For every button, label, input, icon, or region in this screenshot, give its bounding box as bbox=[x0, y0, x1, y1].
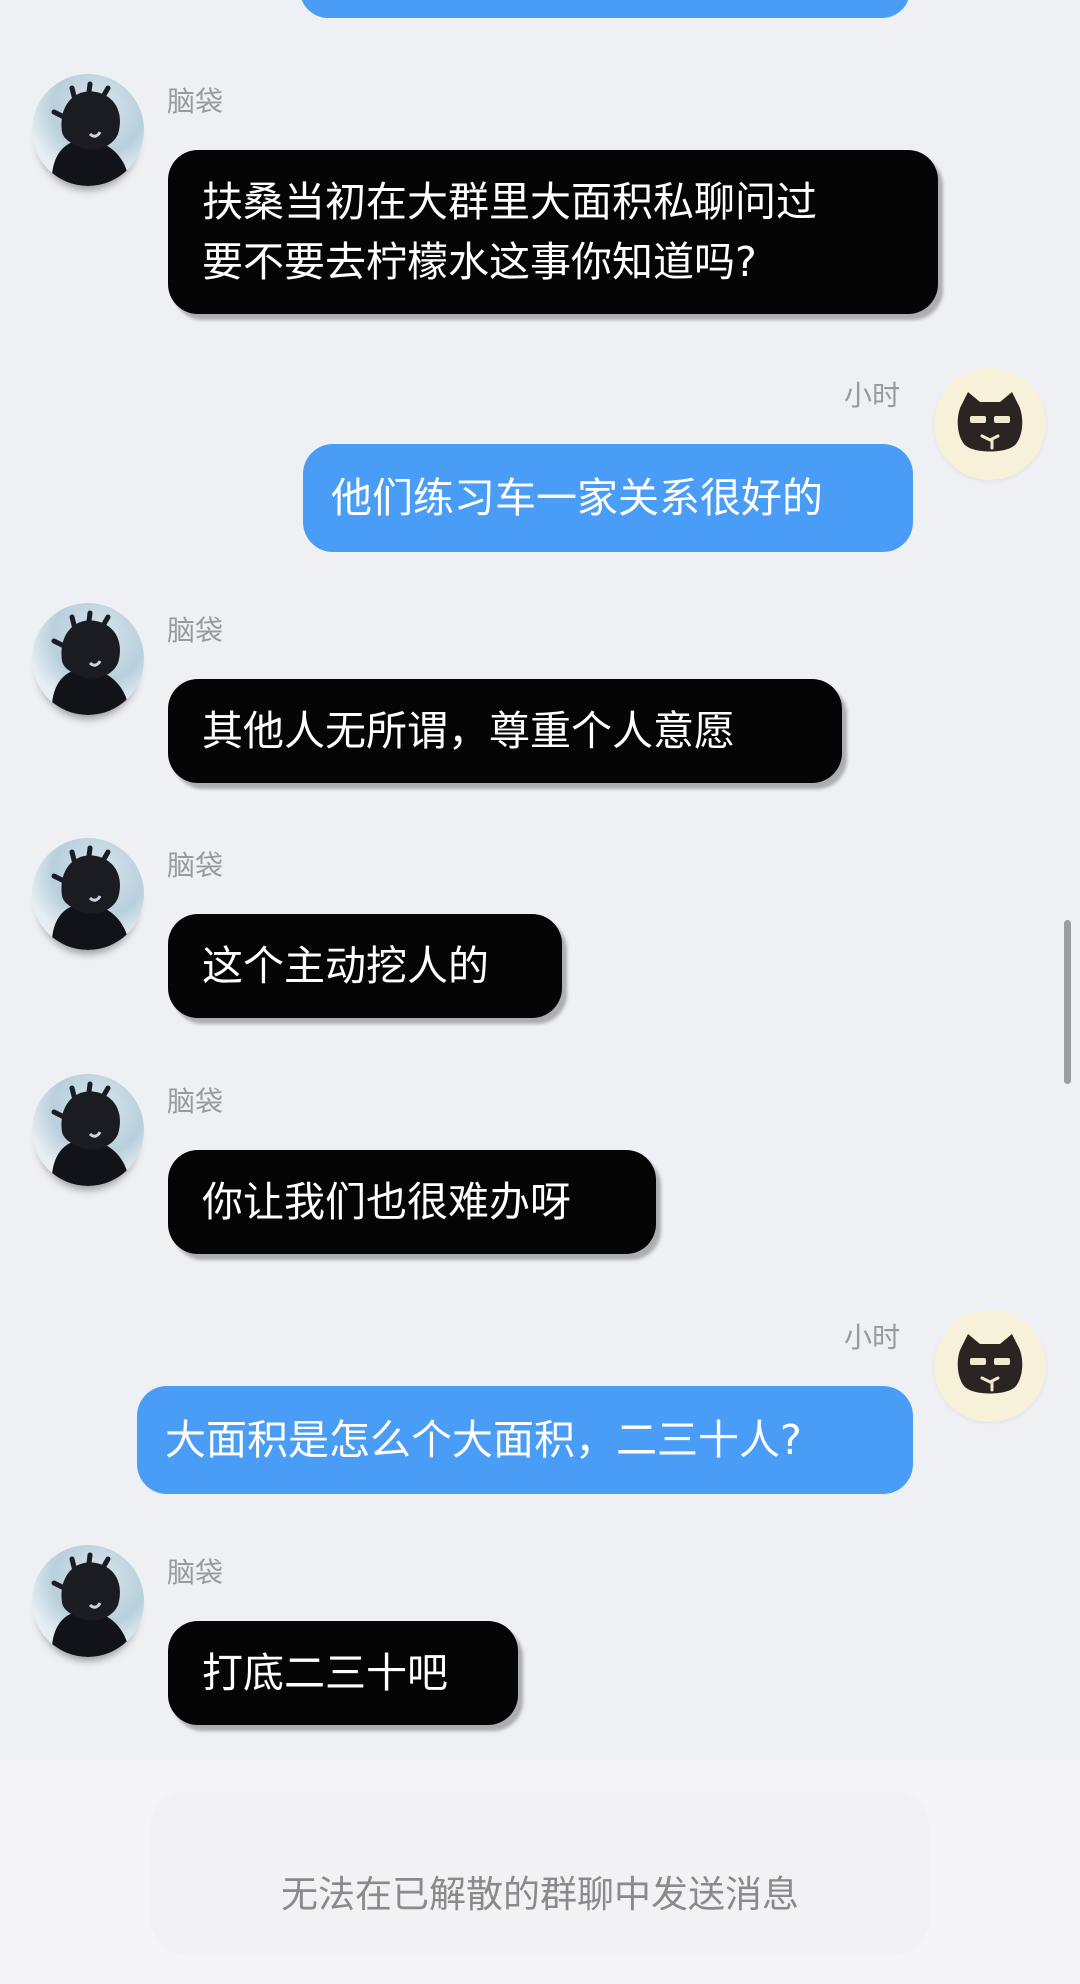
message-bubble[interactable]: 其他人无所谓，尊重个人意愿 bbox=[168, 679, 842, 783]
avatar[interactable] bbox=[32, 603, 144, 715]
avatar[interactable] bbox=[32, 74, 144, 186]
person-avatar-icon bbox=[51, 81, 130, 186]
avatar[interactable] bbox=[934, 1310, 1046, 1422]
sender-name: 脑袋 bbox=[167, 614, 224, 647]
avatar[interactable] bbox=[32, 1545, 144, 1657]
cat-avatar-icon bbox=[957, 1334, 1023, 1394]
sender-name: 小时 bbox=[843, 379, 900, 412]
person-avatar-icon bbox=[51, 1081, 130, 1186]
scrollbar[interactable] bbox=[1064, 920, 1071, 1084]
message-bubble[interactable]: 这个主动挖人的 bbox=[168, 914, 562, 1018]
partial-message-bubble bbox=[300, 0, 910, 18]
sender-name: 脑袋 bbox=[167, 85, 224, 118]
message-bubble[interactable]: 他们练习车一家关系很好的 bbox=[303, 444, 913, 552]
sender-name: 脑袋 bbox=[167, 1085, 224, 1118]
avatar[interactable] bbox=[934, 368, 1046, 480]
message-bubble[interactable]: 扶桑当初在大群里大面积私聊问过 要不要去柠檬水这事你知道吗? bbox=[168, 150, 938, 314]
sender-name: 小时 bbox=[843, 1321, 900, 1354]
message-bubble[interactable]: 大面积是怎么个大面积，二三十人? bbox=[137, 1386, 913, 1494]
person-avatar-icon bbox=[51, 845, 130, 950]
cat-avatar-icon bbox=[957, 392, 1023, 452]
dissolved-group-notice: 无法在已解散的群聊中发送消息 bbox=[281, 1873, 799, 1916]
sender-name: 脑袋 bbox=[167, 1556, 224, 1589]
input-area-disabled: 无法在已解散的群聊中发送消息 bbox=[0, 1760, 1080, 1984]
chat-message-list[interactable]: 脑袋 扶桑当初在大群里大面积私聊问过 要不要去柠檬水这事你知道吗? 小时 他们练… bbox=[0, 0, 1080, 1760]
message-bubble[interactable]: 你让我们也很难办呀 bbox=[168, 1150, 656, 1254]
sender-name: 脑袋 bbox=[167, 849, 224, 882]
avatar[interactable] bbox=[32, 1074, 144, 1186]
person-avatar-icon bbox=[51, 1552, 130, 1657]
person-avatar-icon bbox=[51, 610, 130, 715]
avatar[interactable] bbox=[32, 838, 144, 950]
message-bubble[interactable]: 打底二三十吧 bbox=[168, 1621, 518, 1725]
